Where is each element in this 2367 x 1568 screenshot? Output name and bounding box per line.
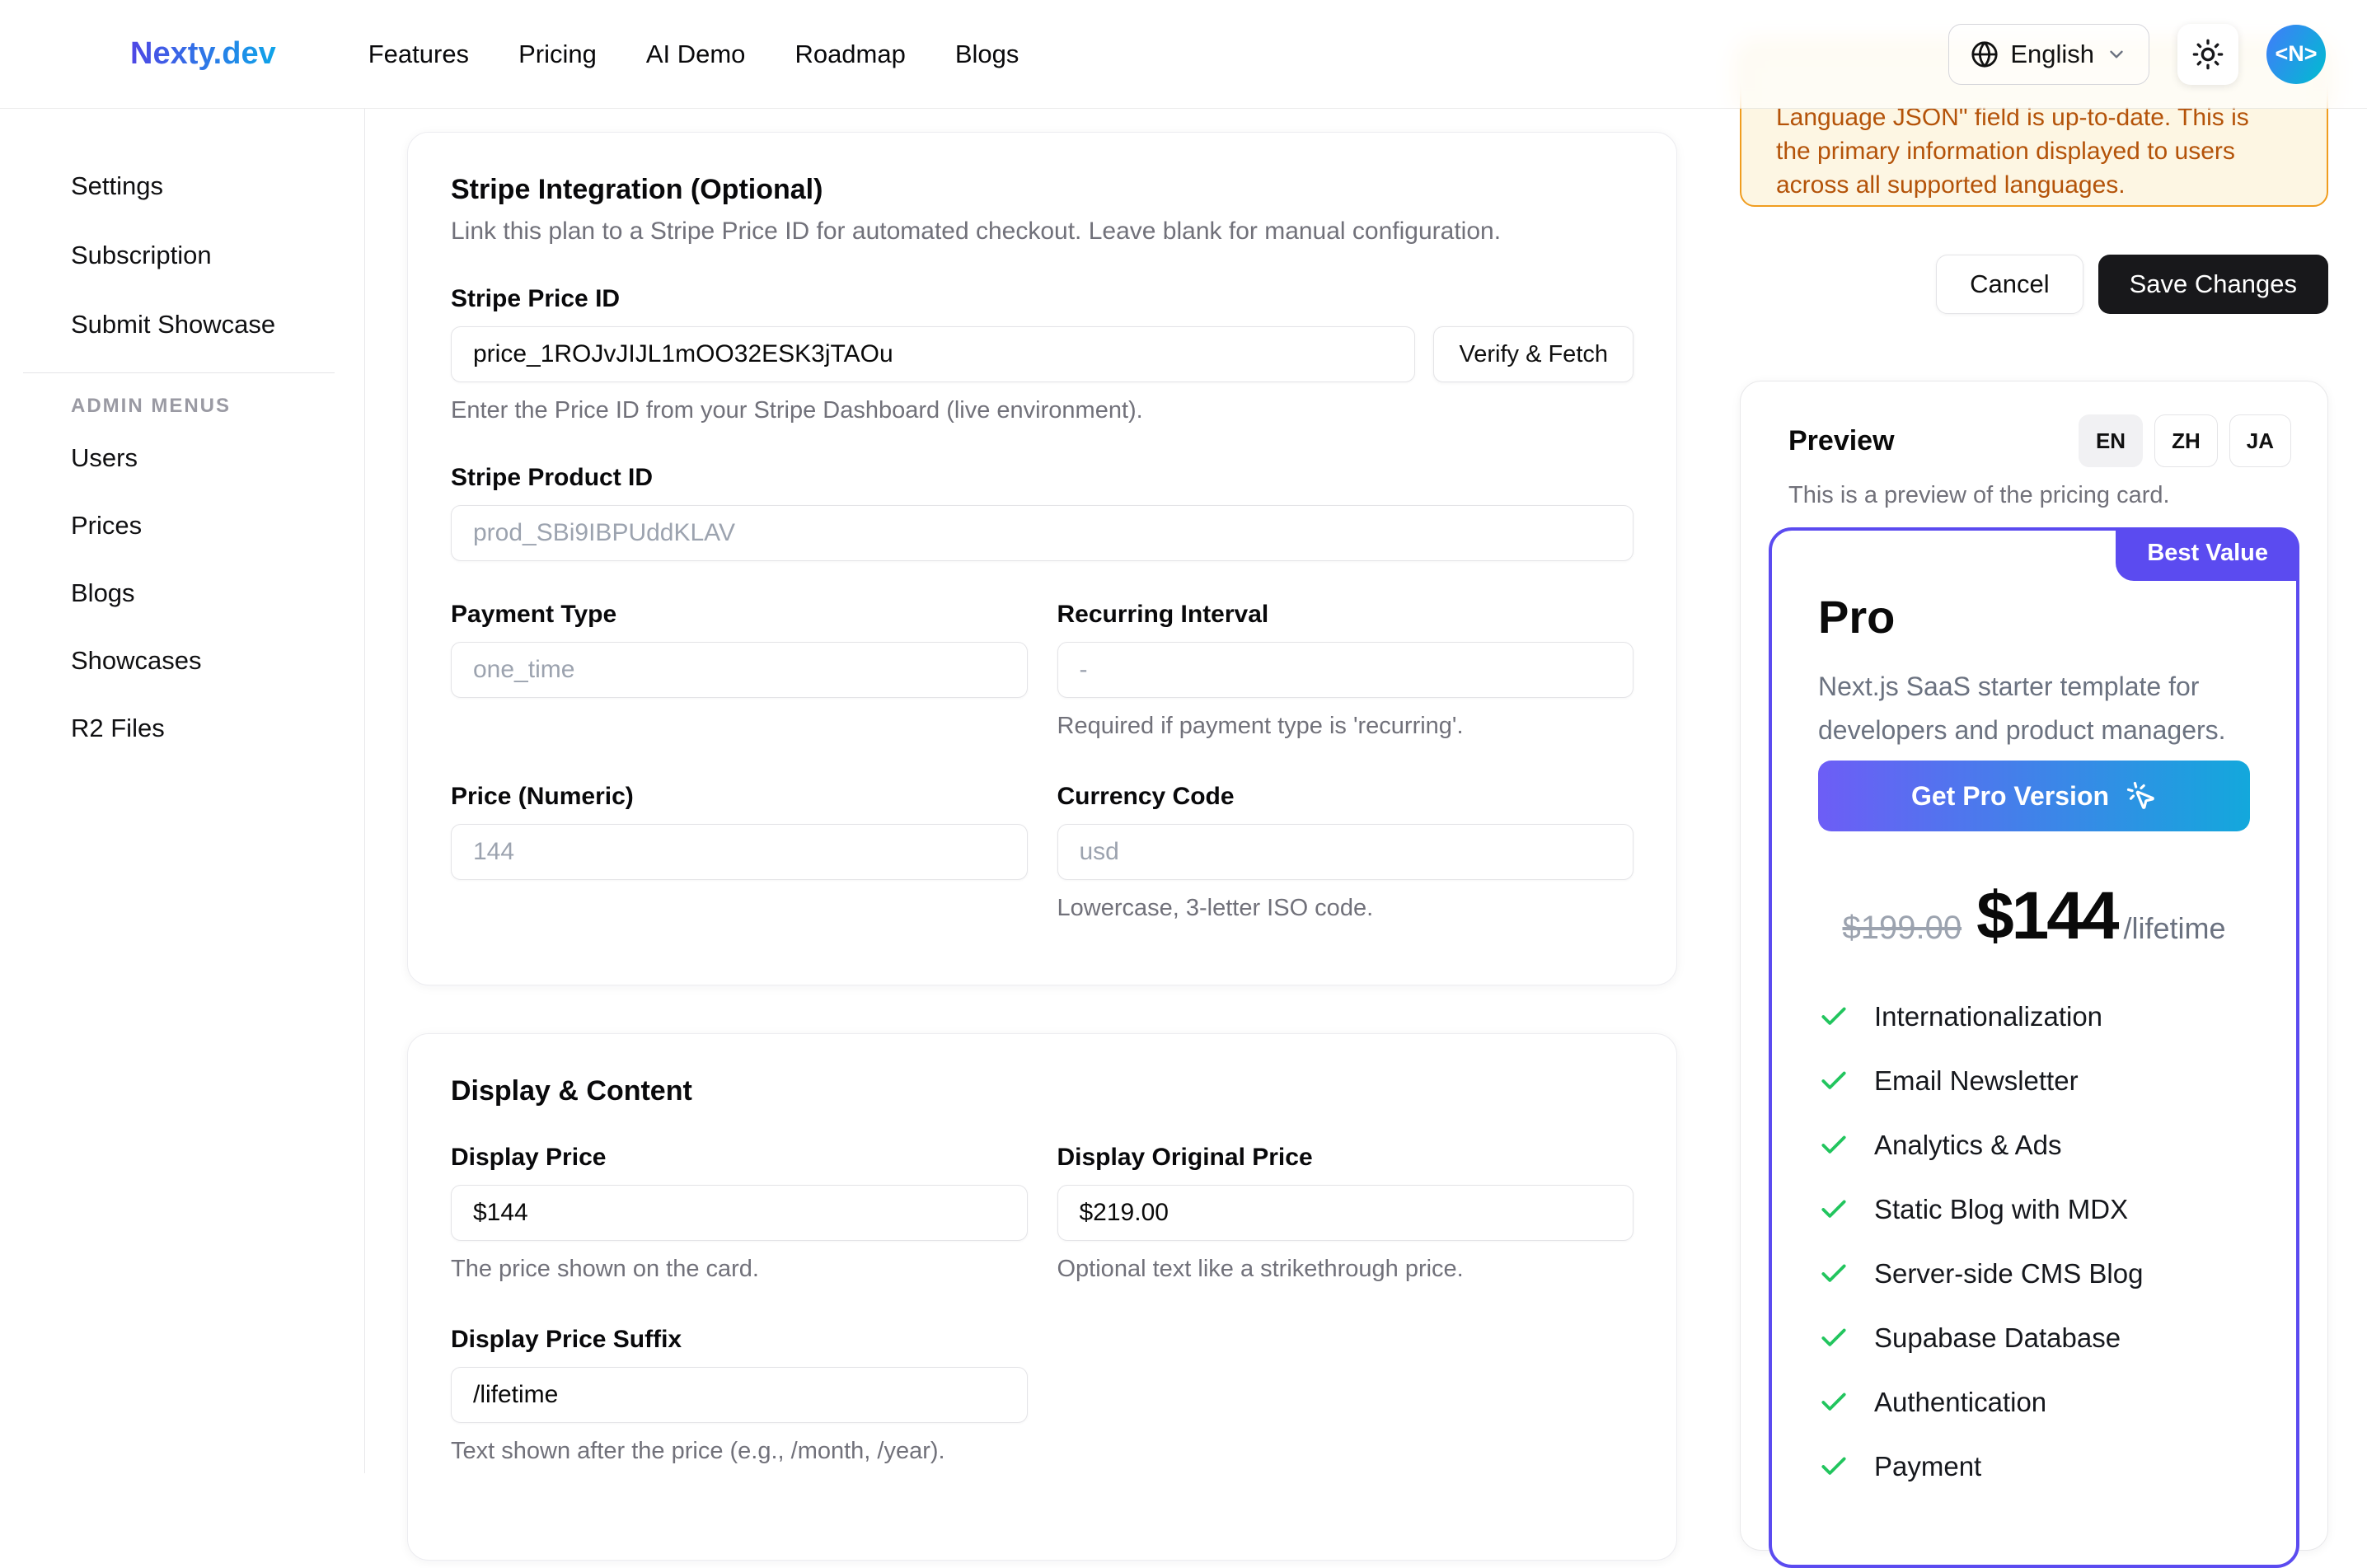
sidebar-divider: [23, 372, 335, 373]
current-price: $144: [1976, 878, 2116, 955]
stripe-price-id-helper: Enter the Price ID from your Stripe Dash…: [451, 397, 1633, 424]
feature-item: Email Newsletter: [1818, 1065, 2250, 1097]
display-content-card: Display & Content Display Price The pric…: [407, 1033, 1677, 1561]
plan-description: Next.js SaaS starter template for develo…: [1818, 665, 2250, 752]
sidebar-section-label: ADMIN MENUS: [0, 380, 364, 424]
sidebar-item-blogs[interactable]: Blogs: [0, 559, 364, 627]
price-numeric-label: Price (Numeric): [451, 783, 1028, 811]
check-icon: [1818, 1065, 1849, 1097]
preview-lang-en[interactable]: EN: [2079, 414, 2143, 467]
top-navbar: Nexty.dev Features Pricing AI Demo Roadm…: [0, 0, 2367, 109]
feature-item: Static Blog with MDX: [1818, 1194, 2250, 1225]
globe-icon: [1971, 40, 1999, 68]
sidebar-item-r2-files[interactable]: R2 Files: [0, 695, 364, 762]
check-icon: [1818, 1322, 1849, 1354]
display-card-title: Display & Content: [451, 1075, 1633, 1107]
language-selector[interactable]: English: [1948, 24, 2149, 85]
price-suffix: /lifetime: [2123, 911, 2225, 946]
save-changes-button[interactable]: Save Changes: [2098, 255, 2328, 314]
sidebar: Settings Subscription Submit Showcase AD…: [0, 109, 365, 1473]
price-numeric-input[interactable]: [451, 824, 1028, 880]
cta-label: Get Pro Version: [1911, 781, 2109, 812]
feature-item: Supabase Database: [1818, 1322, 2250, 1354]
stripe-integration-card: Stripe Integration (Optional) Link this …: [407, 132, 1677, 985]
stripe-price-id-label: Stripe Price ID: [451, 285, 1633, 313]
stripe-card-subtitle: Link this plan to a Stripe Price ID for …: [451, 218, 1633, 246]
main-nav: Features Pricing AI Demo Roadmap Blogs: [368, 40, 1019, 69]
recurring-interval-label: Recurring Interval: [1057, 601, 1634, 629]
nav-pricing[interactable]: Pricing: [518, 40, 597, 69]
display-price-helper: The price shown on the card.: [451, 1256, 1028, 1283]
recurring-interval-input[interactable]: [1057, 642, 1634, 698]
mouse-pointer-click-icon: [2126, 780, 2157, 812]
theme-toggle-button[interactable]: [2177, 24, 2238, 85]
check-icon: [1818, 1387, 1849, 1418]
check-icon: [1818, 1258, 1849, 1290]
preview-panel: Preview EN ZH JA This is a preview of th…: [1740, 381, 2328, 1551]
check-icon: [1818, 1451, 1849, 1482]
plan-name: Pro: [1818, 590, 2250, 644]
payment-type-input[interactable]: [451, 642, 1028, 698]
display-original-price-input[interactable]: [1057, 1185, 1634, 1241]
feature-item: Payment: [1818, 1451, 2250, 1482]
sun-icon: [2191, 38, 2224, 71]
chevron-down-icon: [2106, 44, 2127, 65]
header-controls: English <N>: [1948, 24, 2326, 85]
best-value-badge: Best Value: [2116, 527, 2299, 581]
preview-lang-zh[interactable]: ZH: [2154, 414, 2218, 467]
warning-line: the primary information displayed to use…: [1776, 134, 2294, 168]
check-icon: [1818, 1194, 1849, 1225]
nav-features[interactable]: Features: [368, 40, 469, 69]
display-price-suffix-helper: Text shown after the price (e.g., /month…: [451, 1438, 1028, 1465]
check-icon: [1818, 1001, 1849, 1032]
pricing-card-preview: Best Value Pro Next.js SaaS starter temp…: [1769, 527, 2299, 1568]
display-price-suffix-label: Display Price Suffix: [451, 1326, 1028, 1354]
currency-code-helper: Lowercase, 3-letter ISO code.: [1057, 895, 1634, 922]
display-original-price-label: Display Original Price: [1057, 1144, 1634, 1172]
cancel-button[interactable]: Cancel: [1936, 255, 2083, 314]
language-label: English: [2010, 40, 2094, 69]
stripe-card-title: Stripe Integration (Optional): [451, 174, 1633, 206]
sidebar-item-users[interactable]: Users: [0, 424, 364, 492]
feature-item: Analytics & Ads: [1818, 1130, 2250, 1161]
stripe-price-id-input[interactable]: [451, 326, 1415, 382]
avatar[interactable]: <N>: [2266, 25, 2326, 84]
sidebar-item-subscription[interactable]: Subscription: [0, 221, 364, 290]
warning-line: across all supported languages.: [1776, 168, 2294, 202]
get-pro-version-button[interactable]: Get Pro Version: [1818, 761, 2250, 831]
preview-lang-ja[interactable]: JA: [2229, 414, 2291, 467]
check-icon: [1818, 1130, 1849, 1161]
currency-code-input[interactable]: [1057, 824, 1634, 880]
feature-item: Authentication: [1818, 1387, 2250, 1418]
preview-subtitle: This is a preview of the pricing card.: [1788, 482, 2299, 509]
display-original-price-helper: Optional text like a strikethrough price…: [1057, 1256, 1634, 1283]
nav-roadmap[interactable]: Roadmap: [794, 40, 905, 69]
display-price-suffix-input[interactable]: [451, 1367, 1028, 1423]
feature-list: Internationalization Email Newsletter An…: [1818, 1001, 2250, 1482]
sidebar-item-submit-showcase[interactable]: Submit Showcase: [0, 290, 364, 359]
currency-code-label: Currency Code: [1057, 783, 1634, 811]
original-price: $199.00: [1842, 910, 1962, 947]
recurring-interval-helper: Required if payment type is 'recurring'.: [1057, 713, 1634, 740]
sidebar-item-showcases[interactable]: Showcases: [0, 627, 364, 695]
preview-language-tabs: EN ZH JA: [2079, 414, 2291, 467]
verify-fetch-button[interactable]: Verify & Fetch: [1433, 326, 1633, 382]
form-actions: Cancel Save Changes: [1740, 255, 2328, 314]
payment-type-label: Payment Type: [451, 601, 1028, 629]
nav-ai-demo[interactable]: AI Demo: [646, 40, 746, 69]
feature-item: Server-side CMS Blog: [1818, 1258, 2250, 1290]
price-row: $199.00 $144 /lifetime: [1818, 878, 2250, 955]
display-price-label: Display Price: [451, 1144, 1028, 1172]
feature-item: Internationalization: [1818, 1001, 2250, 1032]
preview-title: Preview: [1788, 425, 1895, 457]
sidebar-item-prices[interactable]: Prices: [0, 492, 364, 559]
sidebar-item-settings[interactable]: Settings: [0, 152, 364, 221]
stripe-product-id-label: Stripe Product ID: [451, 464, 1633, 492]
nav-blogs[interactable]: Blogs: [955, 40, 1019, 69]
display-price-input[interactable]: [451, 1185, 1028, 1241]
logo[interactable]: Nexty.dev: [130, 36, 276, 72]
stripe-product-id-input[interactable]: [451, 505, 1633, 561]
